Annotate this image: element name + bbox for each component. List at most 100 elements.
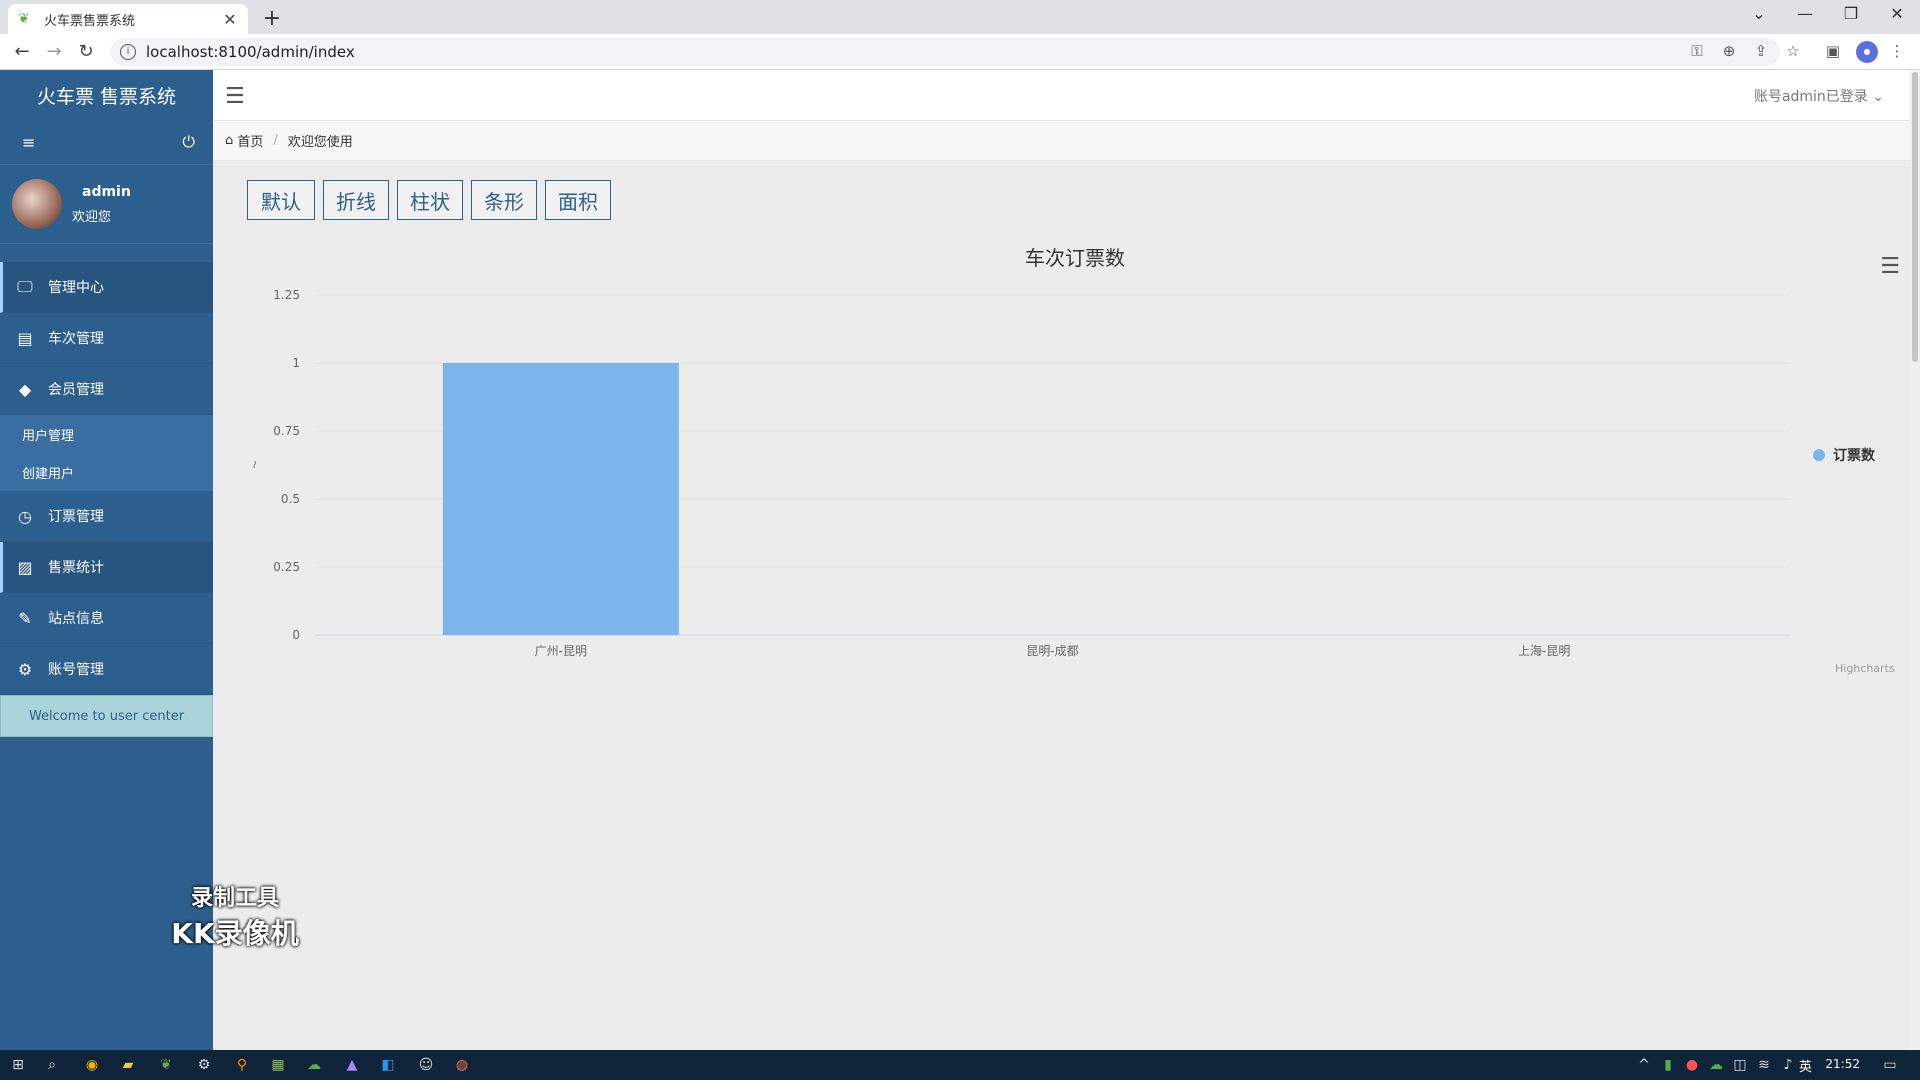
sidebar-item-label: 会员管理 <box>48 382 104 398</box>
y-tick-label: 0.25 <box>273 560 300 574</box>
search-app-icon[interactable]: ⚲ <box>232 1055 252 1075</box>
network-icon[interactable]: ◫ <box>1730 1055 1750 1075</box>
login-status-dropdown[interactable]: 账号admin已登录 ⌄ <box>1754 86 1884 106</box>
chart-container: 车次订票数 ☰ ~ 0 0.25 0.5 0.75 1 1.25 广州-昆明 昆明-成都 上海-… <box>240 230 1910 680</box>
tray-icon-1[interactable]: ▮ <box>1658 1055 1678 1075</box>
sidebar-item-admin-center[interactable]: 🖵 管理中心 <box>0 262 213 313</box>
member-submenu: 用户管理 创建用户 <box>0 415 213 491</box>
sidebar-item-label: 售票统计 <box>48 560 104 576</box>
tab-title: 火车票售票系统 <box>44 13 136 29</box>
wechat-icon[interactable]: ☁ <box>304 1055 324 1075</box>
sidebar-item-booking-management[interactable]: ◷ 订票管理 <box>0 491 213 542</box>
menu-toggle-icon[interactable]: ≡ <box>22 133 35 152</box>
folder-icon[interactable]: ▰ <box>118 1055 138 1075</box>
new-tab-button[interactable]: + <box>260 6 284 31</box>
chart-default-button[interactable]: 默认 <box>247 180 315 220</box>
star-icon[interactable]: ☆ <box>1782 42 1804 60</box>
info-icon[interactable]: i <box>120 44 136 60</box>
sidebar-item-train-management[interactable]: ▤ 车次管理 <box>0 313 213 364</box>
legend-item[interactable]: 订票数 <box>1813 445 1875 465</box>
app2-icon[interactable]: ☺ <box>416 1055 436 1075</box>
sidebar-item-label: 账号管理 <box>48 662 104 678</box>
breadcrumb-home[interactable]: 首页 <box>237 131 263 150</box>
chart-line-button[interactable]: 折线 <box>323 180 389 220</box>
chart-area-button[interactable]: 面积 <box>545 180 611 220</box>
watermark-line1: 录制工具 <box>190 886 279 911</box>
browser-tab[interactable]: ❦ 火车票售票系统 ✕ <box>8 4 248 34</box>
user-panel: admin 欢迎您 <box>0 164 213 244</box>
reload-button[interactable]: ↻ <box>74 40 98 64</box>
recorder-watermark: 录制工具 KK录像机 <box>160 880 310 952</box>
legend-dot <box>1813 449 1825 461</box>
tray-chevron-icon[interactable]: ^ <box>1634 1055 1654 1075</box>
sidebar-item-label: 站点信息 <box>48 611 104 627</box>
sidebar-item-member-management[interactable]: ◆ 会员管理 <box>0 364 213 415</box>
search-icon[interactable]: ⌕ <box>42 1055 62 1075</box>
notes-icon[interactable]: ▦ <box>268 1055 288 1075</box>
close-icon[interactable]: ✕ <box>222 10 238 29</box>
os-taskbar: ⊞ ⌕ ◉ ▰ ❦ ⚙ ⚲ ▦ ☁ ▲ ◧ ☺ ◍ ^ ▮ ● ☁ ◫ ≋ ♪ … <box>0 1050 1920 1080</box>
bar <box>442 363 679 635</box>
hamburger-icon[interactable]: ☰ <box>225 84 245 109</box>
vscode-icon[interactable]: ◧ <box>378 1055 398 1075</box>
power-icon[interactable]: ⏻ <box>182 132 195 152</box>
user-info: admin 欢迎您 <box>72 184 131 225</box>
user-name: admin <box>82 183 131 200</box>
zoom-icon[interactable]: ⊕ <box>1718 42 1740 60</box>
recorder-icon[interactable]: ◍ <box>452 1055 472 1075</box>
x-tick-label: 广州-昆明 <box>535 644 587 658</box>
window-close-button[interactable]: ✕ <box>1882 4 1912 23</box>
input-language[interactable]: 英 <box>1799 1056 1812 1075</box>
y-tick-label: 1.25 <box>273 288 300 302</box>
wand-icon: ✎ <box>18 608 32 628</box>
sidebar-item-sales-statistics[interactable]: ▨ 售票统计 <box>0 542 213 593</box>
sidebar-item-account-management[interactable]: ⚙ 账号管理 <box>0 644 213 695</box>
restore-button[interactable]: ❐ <box>1836 4 1866 23</box>
back-button[interactable]: ← <box>10 40 34 64</box>
sidebar-subitem-user-management[interactable]: 用户管理 <box>0 415 213 453</box>
document-icon: ▤ <box>17 328 33 348</box>
leaf-icon: ❦ <box>18 11 30 27</box>
leaf-app-icon[interactable]: ❦ <box>156 1055 176 1075</box>
profile-avatar[interactable]: ● <box>1856 41 1878 63</box>
key-icon[interactable]: ⚿ <box>1686 42 1708 60</box>
breadcrumb-current: 欢迎您使用 <box>287 135 353 150</box>
monitor-icon: 🖵 <box>17 277 33 296</box>
chart-column-button[interactable]: 柱状 <box>397 180 463 220</box>
tray-wechat-icon[interactable]: ☁ <box>1706 1055 1726 1075</box>
more-icon[interactable]: ⋮ <box>1886 42 1908 60</box>
sidebar-subitem-create-user[interactable]: 创建用户 <box>0 453 213 491</box>
chrome-icon[interactable]: ◉ <box>82 1055 102 1075</box>
notification-icon[interactable]: ▭ <box>1880 1055 1900 1075</box>
tray-icon-2[interactable]: ● <box>1682 1055 1702 1075</box>
volume-icon[interactable]: ♪ <box>1778 1055 1798 1075</box>
chart-bar-button[interactable]: 条形 <box>471 180 537 220</box>
chart-credits[interactable]: Highcharts <box>1835 662 1895 675</box>
share-icon[interactable]: ⇪ <box>1750 42 1772 60</box>
watermark-line2: KK录像机 <box>171 917 299 950</box>
app-icon[interactable]: ▲ <box>342 1055 362 1075</box>
image-icon: ▨ <box>17 557 33 577</box>
address-bar: ← → ↻ i localhost:8100/admin/index ⚿ ⊕ ⇪… <box>0 34 1920 70</box>
url-input[interactable]: i localhost:8100/admin/index <box>110 38 1780 66</box>
windows-start-icon[interactable]: ⊞ <box>8 1055 28 1075</box>
forward-button[interactable]: → <box>42 40 66 64</box>
login-status-text: 账号admin已登录 <box>1753 89 1868 105</box>
scrollbar-thumb[interactable] <box>1912 72 1918 362</box>
sidebar-item-label: 车次管理 <box>48 331 104 347</box>
breadcrumb: ⌂ 首页 / 欢迎您使用 <box>213 121 1910 161</box>
wifi-icon[interactable]: ≋ <box>1754 1055 1774 1075</box>
bar-chart: 0 0.25 0.5 0.75 1 1.25 广州-昆明 昆明-成都 上海-昆明 <box>273 288 1790 658</box>
welcome-banner: Welcome to user center <box>0 695 213 737</box>
sidebar-item-station-info[interactable]: ✎ 站点信息 <box>0 593 213 644</box>
legend-label: 订票数 <box>1833 448 1875 464</box>
brand-title: 火车票 售票系统 <box>36 85 177 108</box>
chart-menu-icon[interactable]: ☰ <box>1880 254 1900 279</box>
settings-icon[interactable]: ⚙ <box>194 1055 214 1075</box>
sidebar-menu: 🖵 管理中心 ▤ 车次管理 ◆ 会员管理 用户管理 创建用户 ◷ 订票管理 ▨ … <box>0 262 213 737</box>
minimize-button[interactable]: — <box>1790 4 1820 23</box>
sidepanel-icon[interactable]: ▣ <box>1822 42 1844 60</box>
chevron-down-icon[interactable]: ⌄ <box>1744 4 1774 23</box>
clock-time[interactable]: 21:52 <box>1825 1057 1860 1071</box>
x-tick-label: 上海-昆明 <box>1518 643 1570 658</box>
